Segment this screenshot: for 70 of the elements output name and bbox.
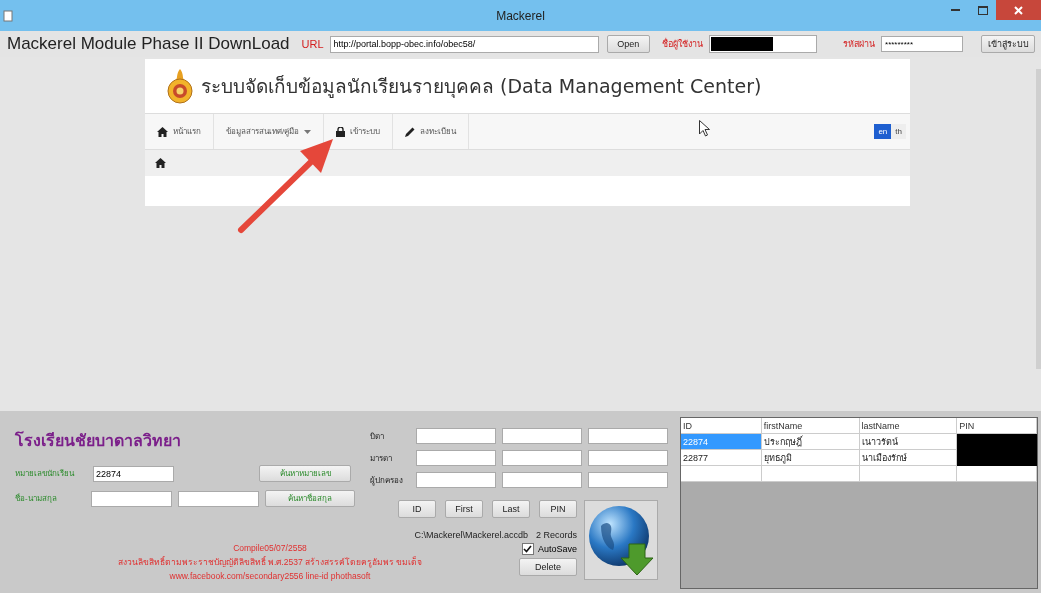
column-header[interactable]: lastName (859, 418, 958, 434)
name-label: ชื่อ-นามสกุล (15, 492, 58, 505)
password-field[interactable]: ********* (881, 36, 963, 52)
parent-field[interactable] (502, 472, 582, 488)
password-label: รหัสผ่าน (843, 38, 875, 51)
mouse-cursor-icon (699, 120, 710, 137)
parent-label: มารดา (370, 452, 393, 465)
search-name-button[interactable]: ค้นหาชื่อสกุล (265, 490, 355, 507)
parent-field[interactable] (502, 428, 582, 444)
school-name: โรงเรียนชัยบาดาลวิทยา (15, 430, 182, 452)
parent-field[interactable] (588, 450, 668, 466)
parent-field[interactable] (416, 472, 496, 488)
sort-button[interactable]: First (445, 500, 483, 518)
open-button[interactable]: Open (606, 35, 650, 53)
lock-icon (336, 126, 346, 137)
sort-button[interactable]: ID (398, 500, 436, 518)
delete-button[interactable]: Delete (519, 558, 577, 576)
app-icon (3, 9, 13, 22)
sort-button[interactable]: Last (492, 500, 530, 518)
nav-link[interactable]: หน้าแรก (145, 114, 214, 149)
credit-text: สงวนลิขสิทธิ์ตามพระราชบัญญัติลิขสิทธิ์ พ.ศ.2537 สร้างสรรค์โดยครูอัมพร ขมเด็จ (117, 555, 423, 569)
parent-label: บิดา (370, 430, 385, 443)
student-id-label: หมายเลขนักเรียน (15, 468, 76, 480)
column-header[interactable]: ID (681, 418, 762, 434)
parent-field[interactable] (588, 428, 668, 444)
login-button[interactable]: เข้าสู่ระบบ (981, 35, 1035, 53)
column-header[interactable]: firstName (761, 418, 860, 434)
app-title: Mackerel Module Phase II DownLoad (7, 34, 290, 54)
credit-text: www.facebook.com/secondary2556 line-id phothasoft (169, 570, 371, 583)
home-icon (157, 126, 168, 137)
table-cell: นาเมืองรักษ์ (859, 450, 958, 466)
username-field[interactable] (708, 35, 817, 53)
table-cell: ยุทธภูมิ (761, 450, 860, 466)
language-button[interactable]: th (891, 124, 906, 139)
globe-download-icon (587, 504, 655, 576)
parent-field[interactable] (416, 428, 496, 444)
parent-field[interactable] (416, 450, 496, 466)
column-header[interactable]: PIN (957, 418, 1037, 434)
site-title: ระบบจัดเก็บข้อมูลนักเรียนรายบุคคล (Data Management Center) (201, 74, 762, 100)
table-cell: 22877 (681, 450, 762, 466)
parent-field[interactable] (502, 450, 582, 466)
autosave-checkbox[interactable]: AutoSave (521, 543, 577, 555)
search-id-button[interactable]: ค้นหาหมายเลข (259, 465, 351, 482)
language-button[interactable]: en (874, 124, 892, 139)
url-field[interactable]: http://portal.bopp-obec.info/obec58/ (329, 35, 599, 53)
maximize-icon (977, 5, 988, 15)
pencil-icon (405, 126, 416, 137)
download-button[interactable] (584, 500, 658, 580)
record-count: 2 Records (535, 530, 577, 540)
emblem-icon (165, 68, 195, 104)
sort-button[interactable]: PIN (539, 500, 577, 518)
home-icon (155, 158, 166, 168)
table-cell: ประกฤษฎิ์ (761, 434, 860, 450)
parent-label: ผู้ปกครอง (370, 474, 404, 487)
url-label: URL (301, 38, 324, 50)
username-label: ชื่อผู้ใช้งาน (661, 37, 703, 51)
parent-field[interactable] (588, 472, 668, 488)
window-title: Mackerel (496, 8, 545, 23)
first-name-field[interactable] (91, 490, 173, 507)
close-icon (1014, 5, 1023, 15)
database-path: C:\Mackerel\Mackerel.accdb (414, 530, 528, 540)
check-icon (523, 545, 533, 553)
student-id-field[interactable]: 22874 (93, 465, 174, 482)
credit-text: Compile05/07/2558 (233, 542, 307, 555)
nav-link[interactable]: ลงทะเบียน (393, 114, 470, 149)
table-cell: 22874 (681, 434, 762, 450)
table-cell: เนาวรัตน์ (859, 434, 958, 450)
minimize-icon (951, 9, 960, 11)
close-button[interactable] (996, 0, 1041, 20)
last-name-field[interactable] (178, 490, 260, 507)
